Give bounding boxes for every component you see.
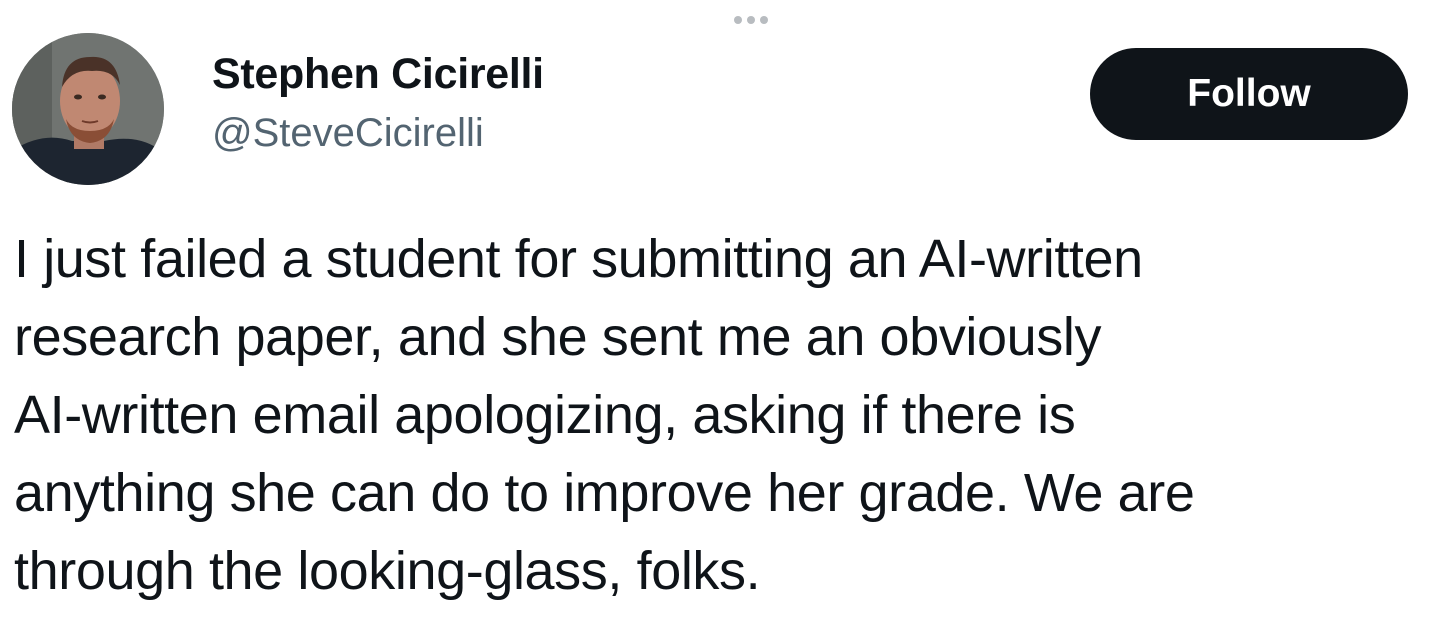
avatar[interactable] <box>12 33 164 185</box>
follow-button[interactable]: Follow <box>1090 48 1408 140</box>
tweet-text-line: anything she can do to improve her grade… <box>14 463 1195 523</box>
author-name[interactable]: Stephen Cicirelli <box>212 50 544 99</box>
tweet-text-line: I just failed a student for submitting a… <box>14 229 1143 289</box>
tweet-card: Stephen Cicirelli @SteveCicirelli Follow… <box>0 0 1448 625</box>
tweet-text: I just failed a student for submitting a… <box>14 220 1434 610</box>
tweet-text-line: research paper, and she sent me an obvio… <box>14 307 1102 367</box>
dot <box>747 16 755 24</box>
dot <box>734 16 742 24</box>
user-avatar-photo <box>12 33 164 185</box>
author-handle[interactable]: @SteveCicirelli <box>212 111 484 156</box>
tweet-text-line: AI-written email apologizing, asking if … <box>14 385 1076 445</box>
tweet-text-line: through the looking-glass, folks. <box>14 541 761 601</box>
more-options-icon[interactable] <box>734 16 768 24</box>
dot <box>760 16 768 24</box>
